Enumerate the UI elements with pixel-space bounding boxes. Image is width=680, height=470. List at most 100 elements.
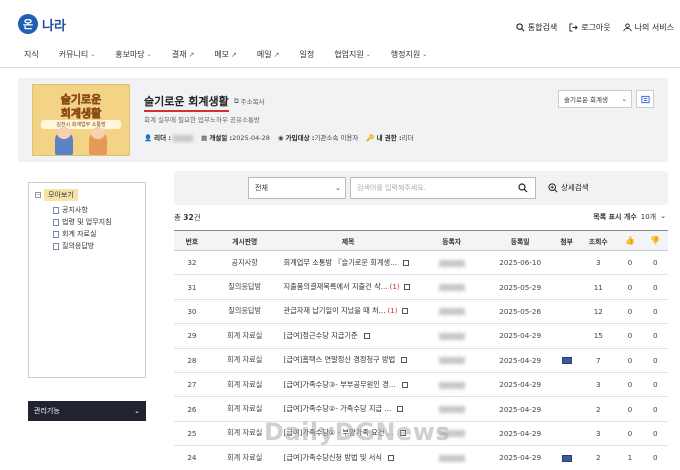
logout-link[interactable]: 로그아웃 <box>569 22 611 33</box>
open-new-window-icon[interactable] <box>401 381 408 388</box>
table-row[interactable]: 28 회계 자료실 [급여]홈택스 연말정산 경정청구 방법 2025-04-29 7 0… <box>174 348 668 373</box>
row-title[interactable]: [급여]가족수당③- 부부공무원인 경... <box>284 380 396 389</box>
row-title[interactable]: 회계업무 소통방 『슬기로운 회계생... <box>284 258 397 267</box>
table-row[interactable]: 29 회계 자료실 [급여]정근수당 지급기준 2025-04-29 15 0 0 <box>174 323 668 349</box>
row-title[interactable]: 관급자재 납기일이 지났을 때 처... <box>284 306 386 315</box>
logout-icon <box>569 23 578 32</box>
row-date: 2025-04-29 <box>486 372 554 398</box>
chevron-down-icon: ⌄ <box>422 51 428 58</box>
open-new-window-icon[interactable] <box>363 332 370 339</box>
table-row[interactable]: 24 회계 자료실 [급여]가족수당신청 방법 및 서식 2025-04-29 2 1 0 <box>174 445 668 470</box>
table-row[interactable]: 32 공지사항 회계업무 소통방 『슬기로운 회계생... 2025-06-10 3 0 0 <box>174 250 668 276</box>
row-date: 2025-04-29 <box>486 396 554 422</box>
row-title-cell[interactable]: [급여]정근수당 지급기준 <box>279 323 417 349</box>
nav-item-admin-support[interactable]: 행정지원 ⌄ <box>391 49 427 60</box>
open-new-window-icon[interactable] <box>403 284 410 291</box>
nav-item-collaboration[interactable]: 협업지원 ⌄ <box>334 49 370 60</box>
nav-item-schedule[interactable]: 일정 <box>300 49 315 60</box>
role-label: 내 권한 : <box>376 134 402 142</box>
nav-item-promotion[interactable]: 홍보마당 ⌄ <box>115 49 151 60</box>
row-title-cell[interactable]: [급여]홈택스 연말정산 경정청구 방법 <box>279 348 417 373</box>
open-new-window-icon[interactable] <box>401 308 408 315</box>
search-icon[interactable] <box>518 183 528 193</box>
row-likes: 0 <box>617 396 643 422</box>
row-title[interactable]: 지출품의결재목록에서 지출건 삭... <box>284 282 388 291</box>
page-size-control[interactable]: 목록 표시 개수 10개 ⌄ <box>593 212 666 222</box>
open-new-window-icon[interactable] <box>403 259 410 266</box>
admin-functions-button[interactable]: 관리기능 ⌄ <box>28 401 146 421</box>
search-scope-select[interactable]: 전체 ⌄ <box>248 177 346 199</box>
row-title-cell[interactable]: 회계업무 소통방 『슬기로운 회계생... <box>279 250 417 276</box>
tree-item-archive[interactable]: 회계 자료실 <box>53 229 96 239</box>
row-title[interactable]: [급여]가족수당신청 방법 및 서식 <box>284 453 382 462</box>
row-title[interactable]: [급여]정근수당 지급기준 <box>284 331 358 340</box>
nav-item-memo[interactable]: 메모 ↗ <box>214 49 237 60</box>
row-title-cell[interactable]: [급여]가족수당신청 방법 및 서식 <box>279 445 417 470</box>
row-attach[interactable] <box>553 348 580 373</box>
row-title[interactable]: [급여]가족수당②- 가족수당 지급 ... <box>284 404 392 413</box>
row-author <box>416 372 487 398</box>
row-no: 28 <box>174 348 210 373</box>
tree-item-notice[interactable]: 공지사항 <box>53 205 88 215</box>
col-attach[interactable]: 첨부 <box>553 230 580 251</box>
col-dislikes[interactable]: 👎 <box>642 230 668 251</box>
row-no: 30 <box>174 299 210 325</box>
author-redacted <box>438 381 465 389</box>
user-icon <box>623 23 632 32</box>
row-likes: 0 <box>617 348 643 373</box>
board-title: 슬기로운 회계생활 <box>144 93 229 112</box>
top-actions: 통합검색 로그아웃 나의 서비스 <box>516 22 674 33</box>
row-title-cell[interactable]: 지출품의결재목록에서 지출건 삭... (1) <box>279 274 417 300</box>
attachment-icon[interactable] <box>561 357 572 365</box>
row-title-cell[interactable]: 관급자재 납기일이 지났을 때 처... (1) <box>279 299 417 325</box>
nav-item-mail[interactable]: 메일 ↗ <box>257 49 280 60</box>
row-no: 31 <box>174 274 210 300</box>
tree-item-qna[interactable]: 질의응답방 <box>53 241 94 251</box>
row-board: 질의응답방 <box>209 299 280 325</box>
nav-item-knowledge[interactable]: 지식 <box>24 49 39 60</box>
logo[interactable]: 온 나라 <box>18 14 66 34</box>
my-service-link[interactable]: 나의 서비스 <box>623 22 674 33</box>
row-attach <box>553 274 580 300</box>
nav-item-approval[interactable]: 결재 ↗ <box>172 49 195 60</box>
table-row[interactable]: 31 질의응답방 지출품의결재목록에서 지출건 삭... (1) 2025-05-29 1… <box>174 274 668 300</box>
board-select[interactable]: 슬기로운 회계생 ⌄ <box>558 90 632 108</box>
external-link-icon: ↗ <box>188 50 195 59</box>
attachment-icon[interactable] <box>561 454 572 462</box>
tree-item-laws[interactable]: 법령 및 업무지침 <box>53 217 112 227</box>
document-icon <box>53 218 59 226</box>
table-row[interactable]: 27 회계 자료실 [급여]가족수당③- 부부공무원인 경... 2025-04-29… <box>174 372 668 398</box>
collapse-icon[interactable]: − <box>35 192 41 198</box>
audience-label: 가입대상 : <box>285 134 315 142</box>
row-author <box>416 250 487 276</box>
author-redacted <box>438 332 465 340</box>
col-date[interactable]: 등록일 <box>486 230 554 251</box>
tree-root[interactable]: − 모아보기 <box>35 189 78 201</box>
search-input[interactable]: 검색어를 입력해주세요. <box>350 177 536 199</box>
nav-label: 행정지원 <box>390 50 421 59</box>
board-settings-button[interactable] <box>636 90 654 108</box>
row-title[interactable]: [급여]홈택스 연말정산 경정청구 방법 <box>284 355 396 364</box>
count-prefix: 총 <box>174 213 181 222</box>
integrated-search-link[interactable]: 통합검색 <box>516 22 557 33</box>
copy-address-button[interactable]: ⧉ 주소복사 <box>234 96 265 107</box>
col-title[interactable]: 제목 <box>279 230 417 251</box>
row-date: 2025-04-29 <box>486 445 554 470</box>
row-attach[interactable] <box>553 445 580 470</box>
col-likes[interactable]: 👍 <box>617 230 643 251</box>
col-board[interactable]: 게시판명 <box>209 230 280 251</box>
table-row[interactable]: 30 질의응답방 관급자재 납기일이 지났을 때 처... (1) 2025-05-26… <box>174 299 668 325</box>
col-no[interactable]: 번호 <box>174 230 210 251</box>
leader-info: 👤 리더 : <box>144 132 194 142</box>
advanced-search-button[interactable]: 상세검색 <box>548 182 589 193</box>
open-new-window-icon[interactable] <box>387 454 394 461</box>
row-date: 2025-04-29 <box>486 421 554 447</box>
col-views[interactable]: 조회수 <box>579 230 618 251</box>
nav-item-community[interactable]: 커뮤니티 ⌄ <box>59 49 95 60</box>
board-select-value: 슬기로운 회계생 <box>564 96 608 104</box>
chevron-down-icon: ⌄ <box>365 51 371 58</box>
row-title-cell[interactable]: [급여]가족수당③- 부부공무원인 경... <box>279 372 417 398</box>
col-author[interactable]: 등록자 <box>416 230 487 251</box>
open-new-window-icon[interactable] <box>401 357 408 364</box>
open-new-window-icon[interactable] <box>397 406 404 413</box>
